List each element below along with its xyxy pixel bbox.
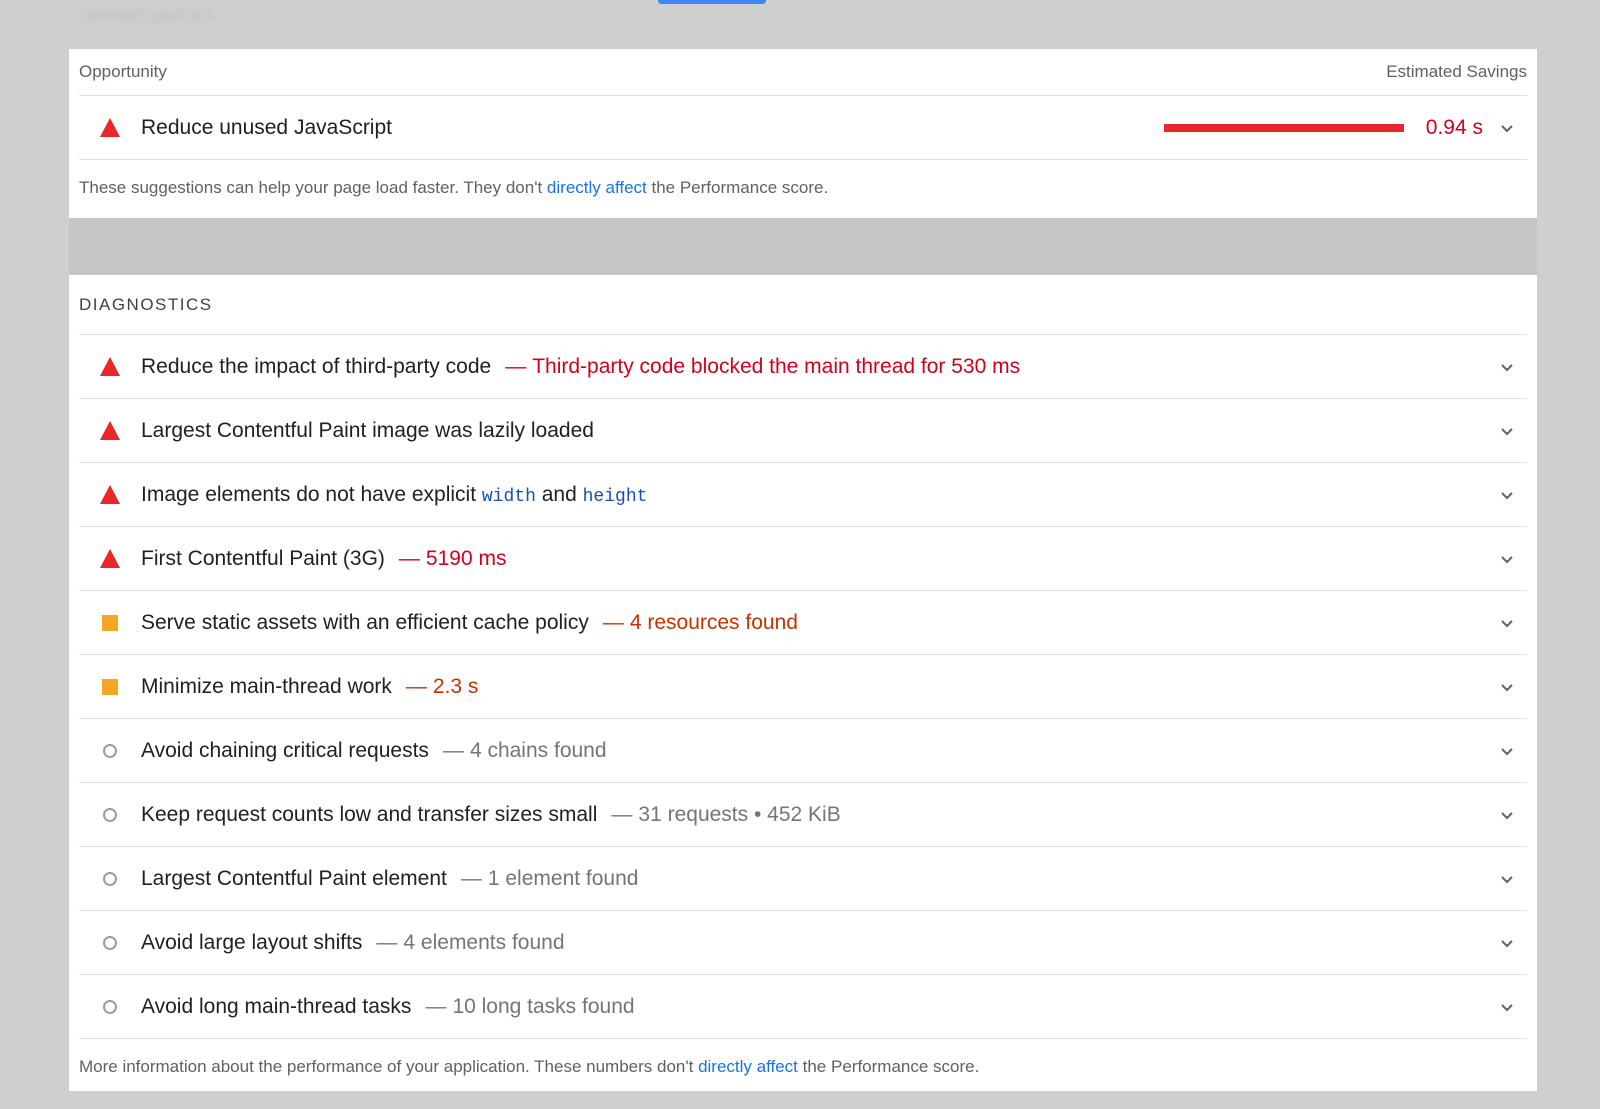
audit-display-value: Third-party code blocked the main thread… [532,354,1021,378]
audit-display-value: 5190 ms [425,546,507,570]
directly-affect-link[interactable]: directly affect [698,1057,798,1076]
display-separator: — [602,610,624,634]
chevron-down-icon[interactable] [1493,865,1521,893]
audit-row[interactable]: First Contentful Paint (3G) —5190 ms [79,527,1527,591]
chevron-down-icon[interactable] [1493,114,1521,142]
display-separator: — [376,930,398,954]
display-separator: — [611,802,633,826]
audit-display-value: 10 long tasks found [452,994,635,1018]
audit-title: Reduce unused JavaScript [141,115,392,139]
audit-display-value: 4 resources found [629,610,798,634]
audit-title: Avoid large layout shifts [141,930,363,954]
audit-title: Keep request counts low and transfer siz… [141,802,598,826]
audit-title: Largest Contentful Paint image was lazil… [141,418,594,442]
circle-icon [99,932,121,954]
circle-icon [99,740,121,762]
audit-row[interactable]: Largest Contentful Paint image was lazil… [79,399,1527,463]
opportunity-column-label: Opportunity [79,62,167,81]
audit-display-value: 2.3 s [432,674,479,698]
audit-row[interactable]: Serve static assets with an efficient ca… [79,591,1527,655]
audit-display-value: 1 element found [487,866,639,890]
audit-display-value: 4 chains found [469,738,607,762]
directly-affect-link[interactable]: directly affect [547,178,647,197]
chevron-down-icon[interactable] [1493,417,1521,445]
triangle-icon [99,484,121,506]
opportunities-note: These suggestions can help your page loa… [79,160,1527,198]
audit-display-value: 31 requests • 452 KiB [638,802,841,826]
display-separator: — [405,674,427,698]
square-icon [99,676,121,698]
audit-row[interactable]: Reduce the impact of third-party code — Th… [79,335,1527,399]
audit-row[interactable]: Largest Contentful Paint element —1 eleme… [79,847,1527,911]
diagnostics-list: Reduce the impact of third-party code — Th… [79,335,1527,1039]
opportunities-panel: Opportunity Estimated Savings Reduce unu… [69,49,1537,218]
estimated-savings-column-label: Estimated Savings [1386,62,1527,81]
savings-value: 0.94 s [1425,115,1483,139]
audit-row[interactable]: Keep request counts low and transfer siz… [79,783,1527,847]
circle-icon [99,804,121,826]
chevron-down-icon[interactable] [1493,801,1521,829]
audit-row[interactable]: Avoid long main-thread tasks —10 long tas… [79,975,1527,1039]
circle-icon [99,996,121,1018]
display-separator: — [505,354,527,378]
audit-title-text: and [535,482,583,506]
chevron-down-icon[interactable] [1493,737,1521,765]
audit-title: Serve static assets with an efficient ca… [141,610,589,634]
audit-display-value: 4 elements found [403,930,565,954]
display-separator: — [425,994,447,1018]
chevron-down-icon[interactable] [1493,481,1521,509]
audit-title: Reduce the impact of third-party code [141,354,492,378]
chevron-down-icon[interactable] [1493,993,1521,1021]
audit-row[interactable]: Avoid chaining critical requests —4 chain… [79,719,1527,783]
circle-icon [99,868,121,890]
audit-row[interactable]: Image elements do not have explicit widt… [79,463,1527,527]
section-divider [69,218,1537,275]
display-separator: — [460,866,482,890]
square-icon [99,612,121,634]
audit-row-unused-javascript[interactable]: Reduce unused JavaScript 0.94 s [79,96,1527,160]
audit-title: Largest Contentful Paint element [141,866,447,890]
display-separator: — [442,738,464,762]
triangle-icon [99,117,121,139]
audit-title: First Contentful Paint (3G) [141,546,385,570]
display-separator: — [398,546,420,570]
note-text: These suggestions can help your page loa… [79,178,547,197]
savings-bar-fill [1163,123,1404,132]
active-tab-indicator [658,0,766,4]
triangle-icon [99,548,121,570]
chevron-down-icon[interactable] [1493,673,1521,701]
code-height: height [582,486,648,507]
chevron-down-icon[interactable] [1493,545,1521,573]
note-text: the Performance score. [797,1057,980,1076]
chevron-down-icon[interactable] [1493,609,1521,637]
diagnostics-title: DIAGNOSTICS [79,275,1527,335]
audit-title: Avoid chaining critical requests [141,738,429,762]
audit-title: Minimize main-thread work [141,674,392,698]
diagnostics-note: More information about the performance o… [79,1039,1527,1077]
triangle-icon [99,420,121,442]
savings-bar [1163,123,1404,132]
chevron-down-icon[interactable] [1493,929,1521,957]
code-width: width [481,486,536,507]
note-text: the Performance score. [646,178,829,197]
audit-row[interactable]: Avoid large layout shifts —4 elements fou… [79,911,1527,975]
note-text: More information about the performance o… [79,1057,699,1076]
triangle-icon [99,356,121,378]
audit-title: Image elements do not have explicit widt… [141,483,647,507]
opportunities-column-header: Opportunity Estimated Savings [79,49,1527,96]
diagnostics-panel: DIAGNOSTICS Reduce the impact of third-p… [69,275,1537,1091]
chevron-down-icon[interactable] [1493,353,1521,381]
opportunities-heading: OPPORTUNITIES [80,8,216,25]
audit-title: Avoid long main-thread tasks [141,994,412,1018]
audit-title-text: Image elements do not have explicit [141,482,482,506]
audit-row[interactable]: Minimize main-thread work —2.3 s [79,655,1527,719]
